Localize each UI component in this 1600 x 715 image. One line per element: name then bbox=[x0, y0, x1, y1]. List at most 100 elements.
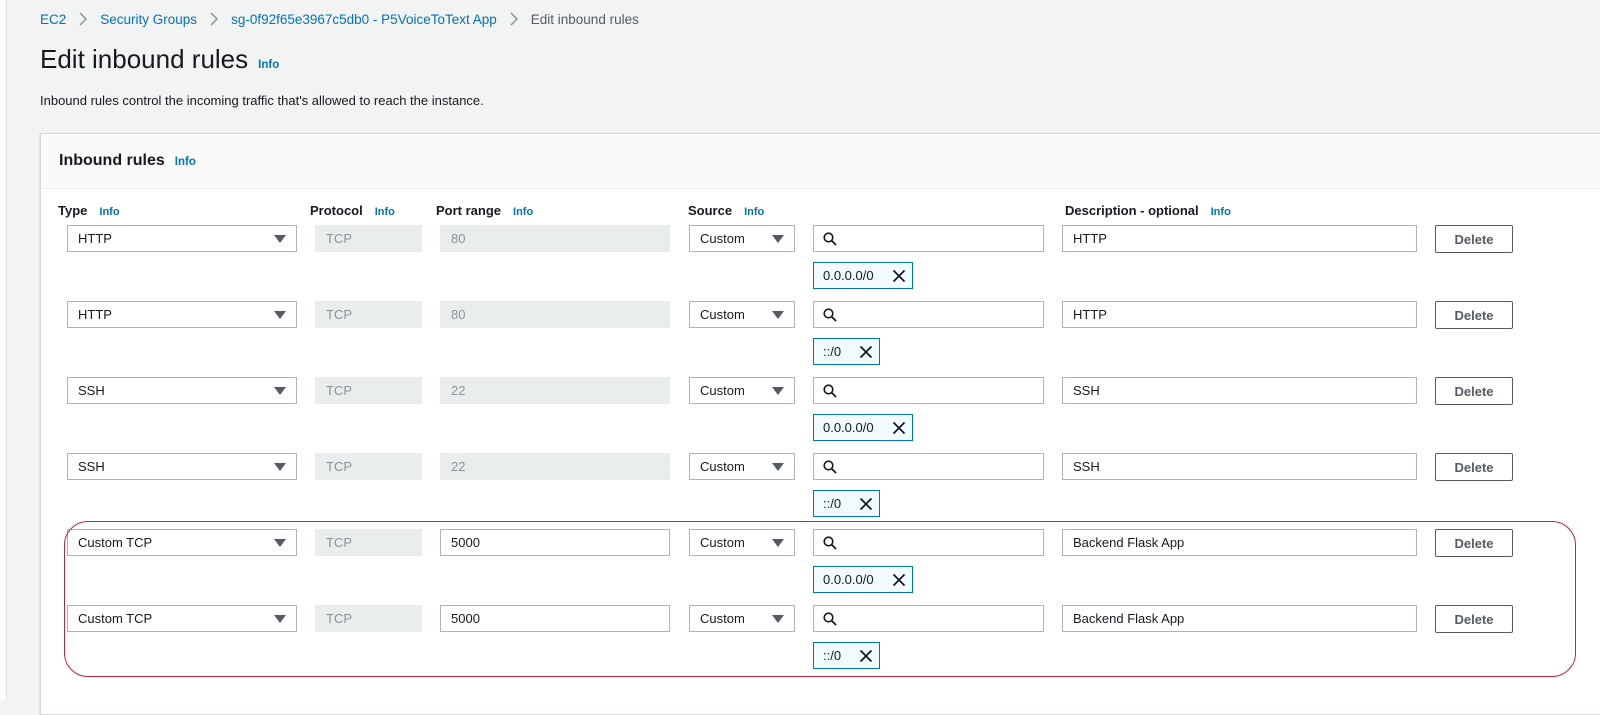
source-value: Custom bbox=[700, 611, 745, 626]
protocol-field: TCP bbox=[315, 377, 422, 404]
port-range-input: 80 bbox=[440, 301, 670, 328]
cidr-value: ::/0 bbox=[823, 648, 842, 663]
type-info-link[interactable]: Info bbox=[99, 206, 119, 218]
column-header-description: Description - optional Info bbox=[1065, 203, 1231, 218]
source-search-input[interactable] bbox=[813, 225, 1044, 252]
source-info-link[interactable]: Info bbox=[744, 206, 764, 218]
column-header-type: Type Info bbox=[58, 203, 120, 218]
search-icon bbox=[823, 308, 837, 325]
type-value: SSH bbox=[78, 383, 105, 398]
caret-down-icon bbox=[274, 235, 286, 243]
column-label: Protocol bbox=[310, 203, 363, 218]
chevron-right-icon bbox=[78, 12, 88, 26]
search-icon bbox=[823, 612, 837, 629]
type-value: HTTP bbox=[78, 231, 112, 246]
close-icon[interactable] bbox=[859, 497, 873, 514]
panel-header: Inbound rules Info bbox=[41, 134, 1600, 189]
type-select[interactable]: HTTP bbox=[67, 225, 297, 252]
cidr-value: ::/0 bbox=[823, 496, 842, 511]
type-value: Custom TCP bbox=[78, 611, 153, 626]
cidr-token: 0.0.0.0/0 bbox=[813, 262, 913, 289]
cidr-token: 0.0.0.0/0 bbox=[813, 566, 913, 593]
delete-button[interactable]: Delete bbox=[1435, 453, 1513, 481]
protocol-field: TCP bbox=[315, 301, 422, 328]
source-search-input[interactable] bbox=[813, 301, 1044, 328]
protocol-field: TCP bbox=[315, 453, 422, 480]
search-icon bbox=[823, 384, 837, 401]
port-range-input[interactable]: 5000 bbox=[440, 605, 670, 632]
port-range-input[interactable]: 5000 bbox=[440, 529, 670, 556]
search-icon bbox=[823, 232, 837, 249]
delete-button[interactable]: Delete bbox=[1435, 377, 1513, 405]
page-title-text: Edit inbound rules bbox=[40, 44, 249, 74]
type-select[interactable]: SSH bbox=[67, 377, 297, 404]
description-input[interactable]: Backend Flask App bbox=[1062, 529, 1417, 556]
source-select[interactable]: Custom bbox=[689, 605, 795, 632]
left-edge bbox=[0, 0, 7, 700]
panel-title: Inbound rules Info bbox=[59, 152, 196, 170]
page-info-link[interactable]: Info bbox=[258, 59, 279, 71]
close-icon[interactable] bbox=[859, 345, 873, 362]
delete-button[interactable]: Delete bbox=[1435, 225, 1513, 253]
cidr-token: ::/0 bbox=[813, 490, 880, 517]
column-header-protocol: Protocol Info bbox=[310, 203, 395, 218]
delete-button[interactable]: Delete bbox=[1435, 529, 1513, 557]
protocol-info-link[interactable]: Info bbox=[375, 206, 395, 218]
source-search-input[interactable] bbox=[813, 529, 1044, 556]
source-search-input[interactable] bbox=[813, 377, 1044, 404]
panel-info-link[interactable]: Info bbox=[175, 156, 196, 168]
caret-down-icon bbox=[772, 311, 784, 319]
port-range-info-link[interactable]: Info bbox=[513, 206, 533, 218]
breadcrumb-security-group-id[interactable]: sg-0f92f65e3967c5db0 - P5VoiceToText App bbox=[231, 12, 497, 27]
type-value: HTTP bbox=[78, 307, 112, 322]
source-select[interactable]: Custom bbox=[689, 377, 795, 404]
type-select[interactable]: Custom TCP bbox=[67, 605, 297, 632]
caret-down-icon bbox=[772, 463, 784, 471]
type-value: SSH bbox=[78, 459, 105, 474]
caret-down-icon bbox=[772, 235, 784, 243]
delete-button[interactable]: Delete bbox=[1435, 605, 1513, 633]
search-icon bbox=[823, 536, 837, 553]
port-range-input: 22 bbox=[440, 453, 670, 480]
breadcrumb-ec2[interactable]: EC2 bbox=[40, 12, 66, 27]
type-select[interactable]: HTTP bbox=[67, 301, 297, 328]
page-title: Edit inbound rules Info bbox=[40, 44, 279, 75]
breadcrumb-current: Edit inbound rules bbox=[530, 11, 639, 27]
type-select[interactable]: SSH bbox=[67, 453, 297, 480]
description-info-link[interactable]: Info bbox=[1211, 206, 1231, 218]
chevron-right-icon bbox=[209, 12, 219, 26]
description-input[interactable]: HTTP bbox=[1062, 301, 1417, 328]
close-icon[interactable] bbox=[859, 649, 873, 666]
column-label: Description - optional bbox=[1065, 203, 1199, 218]
description-input[interactable]: SSH bbox=[1062, 453, 1417, 480]
cidr-value: ::/0 bbox=[823, 344, 842, 359]
source-select[interactable]: Custom bbox=[689, 225, 795, 252]
caret-down-icon bbox=[274, 387, 286, 395]
breadcrumb-security-groups[interactable]: Security Groups bbox=[100, 12, 197, 27]
close-icon[interactable] bbox=[892, 421, 906, 438]
source-select[interactable]: Custom bbox=[689, 301, 795, 328]
caret-down-icon bbox=[274, 311, 286, 319]
close-icon[interactable] bbox=[892, 573, 906, 590]
delete-button[interactable]: Delete bbox=[1435, 301, 1513, 329]
source-search-input[interactable] bbox=[813, 453, 1044, 480]
column-label: Source bbox=[688, 203, 733, 218]
description-input[interactable]: SSH bbox=[1062, 377, 1417, 404]
description-input[interactable]: Backend Flask App bbox=[1062, 605, 1417, 632]
cidr-value: 0.0.0.0/0 bbox=[823, 420, 874, 435]
panel-title-text: Inbound rules bbox=[59, 152, 165, 169]
caret-down-icon bbox=[772, 615, 784, 623]
source-select[interactable]: Custom bbox=[689, 529, 795, 556]
source-select[interactable]: Custom bbox=[689, 453, 795, 480]
column-header-port-range: Port range Info bbox=[436, 203, 533, 218]
source-search-input[interactable] bbox=[813, 605, 1044, 632]
column-header-source: Source Info bbox=[688, 203, 764, 218]
breadcrumb: EC2 Security Groups sg-0f92f65e3967c5db0… bbox=[40, 10, 639, 28]
source-value: Custom bbox=[700, 535, 745, 550]
description-input[interactable]: HTTP bbox=[1062, 225, 1417, 252]
type-select[interactable]: Custom TCP bbox=[67, 529, 297, 556]
port-range-input: 80 bbox=[440, 225, 670, 252]
type-value: Custom TCP bbox=[78, 535, 153, 550]
close-icon[interactable] bbox=[892, 269, 906, 286]
page-description: Inbound rules control the incoming traff… bbox=[40, 93, 484, 108]
